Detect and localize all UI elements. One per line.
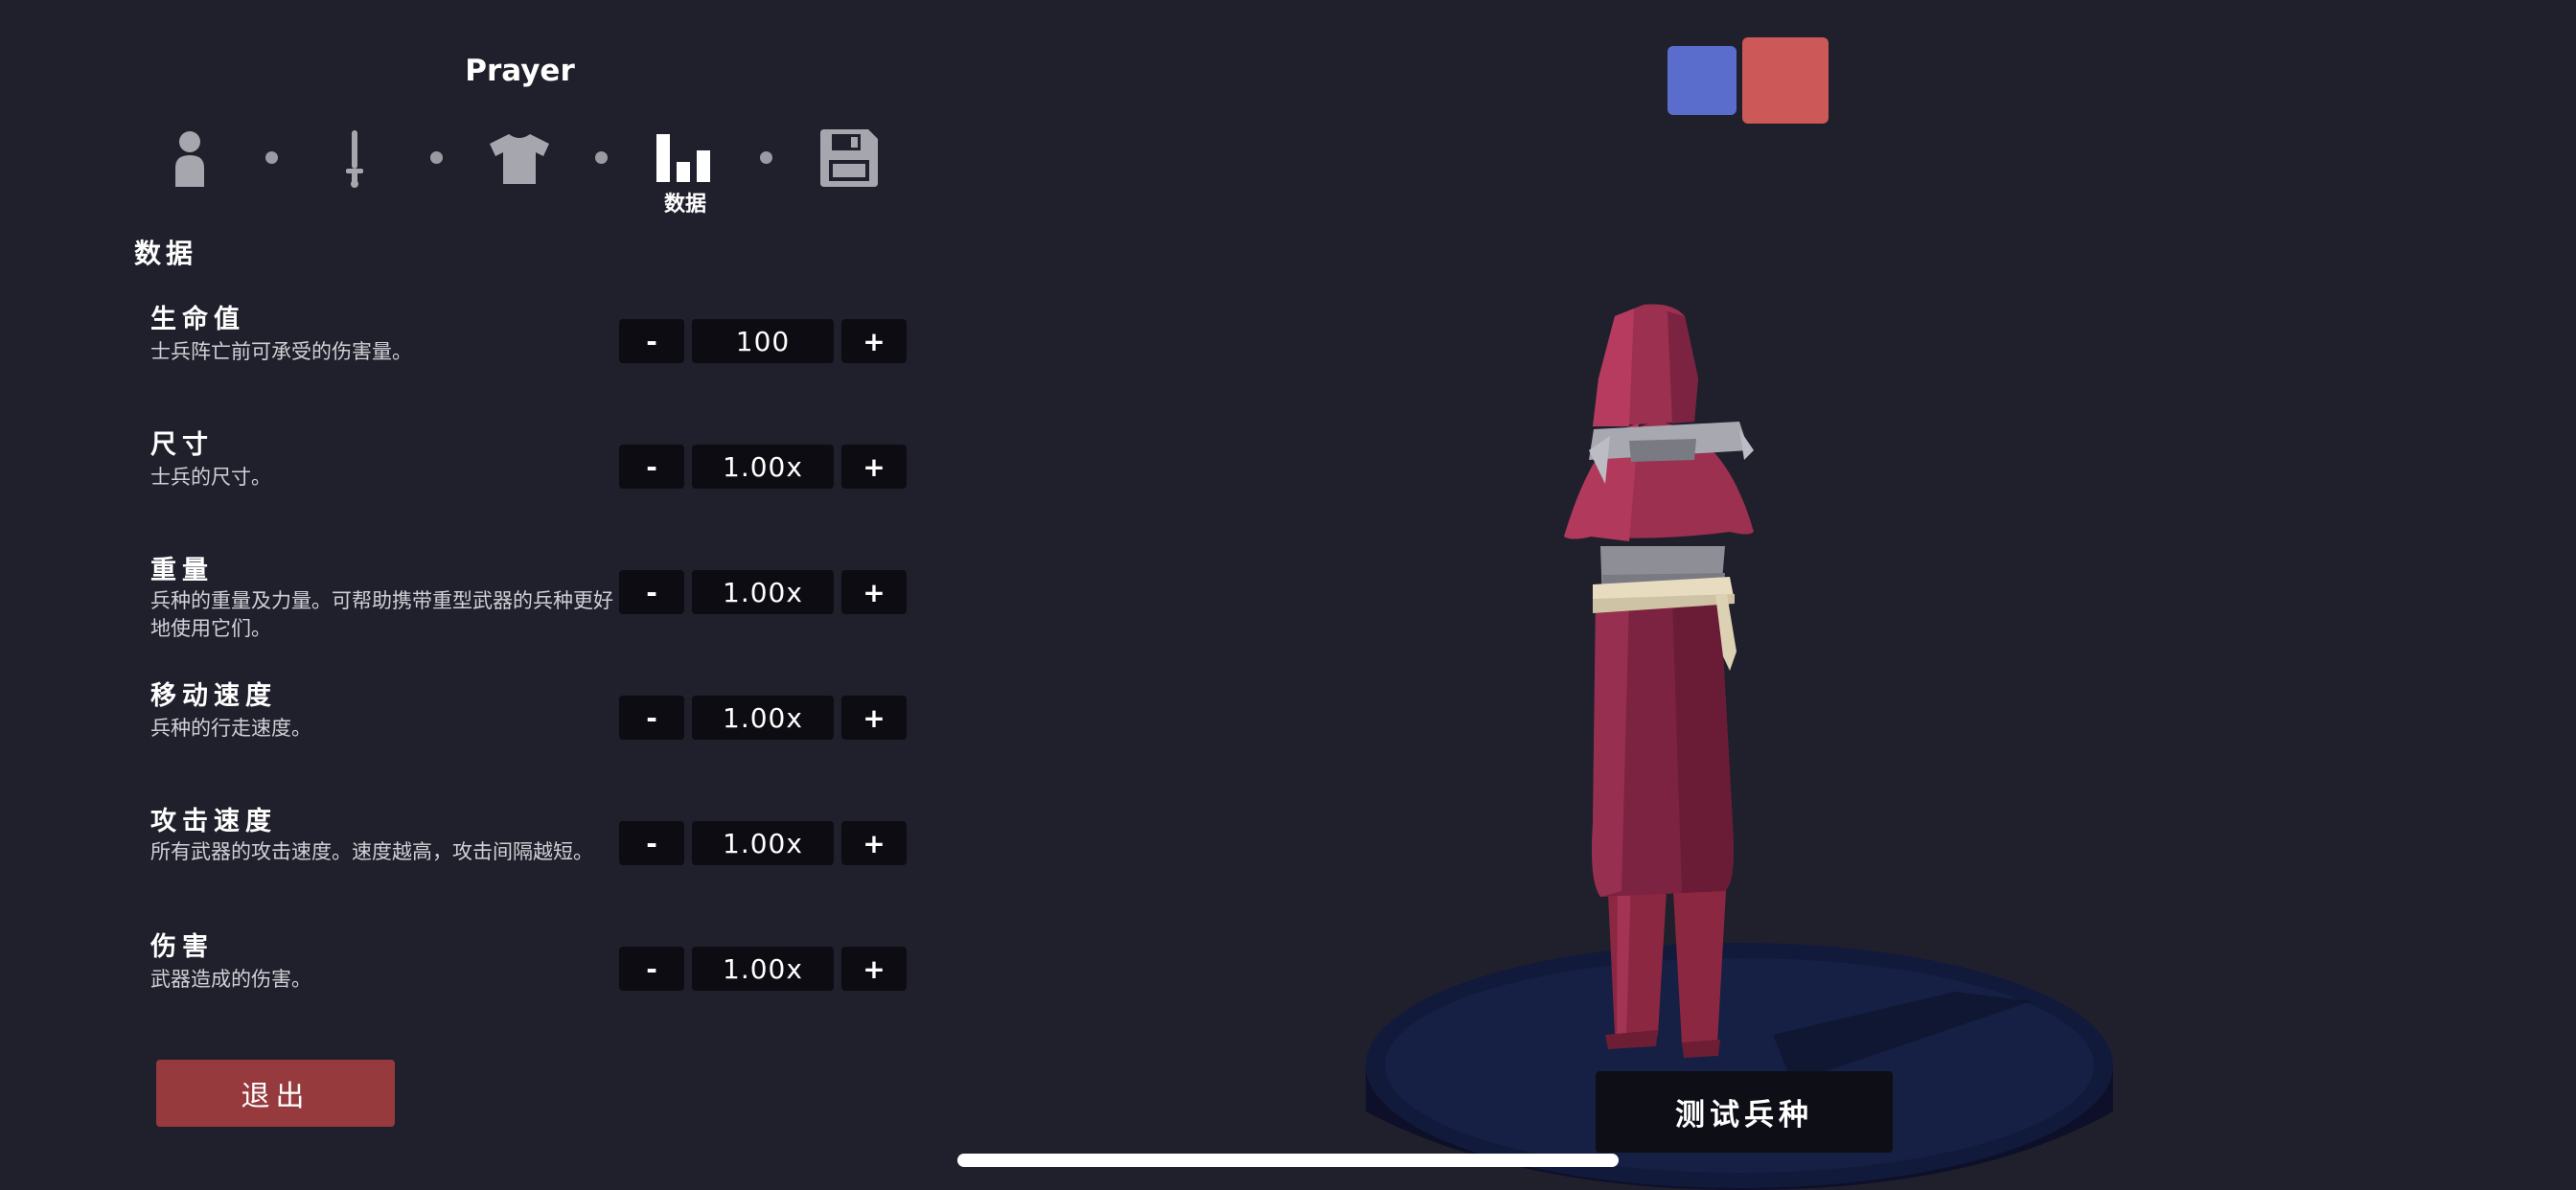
stat-description: 武器造成的伤害。 (150, 968, 311, 991)
tab-save[interactable] (811, 120, 887, 196)
tab-stats-label: 数据 (663, 193, 706, 217)
stat-move-speed: 移动速度 兵种的行走速度。 - 1.00x + (150, 675, 936, 780)
stat-size: 尺寸 士兵的尺寸。 - 1.00x + (150, 423, 936, 529)
stat-title: 生命值 (150, 305, 245, 334)
weight-stepper: - 1.00x + (619, 570, 907, 614)
person-icon (175, 131, 204, 187)
stat-damage: 伤害 武器造成的伤害。 - 1.00x + (150, 926, 936, 1031)
nav-separator-dot (760, 151, 772, 164)
stat-description: 所有武器的攻击速度。速度越高，攻击间隔越短。 (150, 840, 593, 863)
stat-description: 士兵的尺寸。 (150, 466, 271, 489)
shirt-icon (490, 134, 549, 184)
health-stepper: - 100 + (619, 319, 907, 363)
stat-description: 士兵阵亡前可承受的伤害量。 (150, 340, 412, 363)
unit-preview[interactable] (1342, 268, 2147, 1190)
stat-value: 1.00x (692, 821, 834, 865)
move-speed-stepper: - 1.00x + (619, 696, 907, 740)
stat-value: 1.00x (692, 445, 834, 489)
section-title: 数据 (134, 238, 198, 269)
size-stepper: - 1.00x + (619, 445, 907, 489)
increase-button[interactable]: + (841, 570, 907, 614)
stat-value: 1.00x (692, 696, 834, 740)
nav-separator-dot (595, 151, 608, 164)
stat-title: 攻击速度 (150, 807, 277, 836)
increase-button[interactable]: + (841, 947, 907, 991)
save-icon (820, 129, 878, 187)
increase-button[interactable]: + (841, 696, 907, 740)
tab-stats[interactable] (646, 120, 723, 196)
stat-title: 移动速度 (150, 681, 277, 711)
home-indicator[interactable] (957, 1154, 1619, 1167)
stat-description: 兵种的行走速度。 (150, 717, 311, 740)
damage-stepper: - 1.00x + (619, 947, 907, 991)
tab-clothing[interactable] (481, 120, 558, 196)
increase-button[interactable]: + (841, 821, 907, 865)
tab-unit-base[interactable] (151, 120, 228, 196)
unit-name: Prayer (465, 54, 575, 88)
stat-value: 1.00x (692, 570, 834, 614)
increase-button[interactable]: + (841, 319, 907, 363)
attack-speed-stepper: - 1.00x + (619, 821, 907, 865)
team-color-red[interactable] (1742, 37, 1828, 124)
bar-chart-icon (656, 134, 710, 182)
decrease-button[interactable]: - (619, 947, 684, 991)
editor-tabs: 数据 (0, 120, 1040, 225)
increase-button[interactable]: + (841, 445, 907, 489)
team-color-blue[interactable] (1668, 46, 1736, 115)
stat-attack-speed: 攻击速度 所有武器的攻击速度。速度越高，攻击间隔越短。 - 1.00x + (150, 800, 936, 905)
stat-value: 1.00x (692, 947, 834, 991)
tab-weapons[interactable] (316, 120, 393, 196)
decrease-button[interactable]: - (619, 696, 684, 740)
stat-health: 生命值 士兵阵亡前可承受的伤害量。 - 100 + (150, 298, 936, 403)
sword-icon (346, 130, 363, 188)
nav-separator-dot (430, 151, 443, 164)
stat-title: 伤害 (150, 932, 214, 962)
stat-title: 重量 (150, 556, 214, 585)
stat-description: 兵种的重量及力量。可帮助携带重型武器的兵种更好地使用它们。 (150, 589, 613, 640)
exit-button[interactable]: 退出 (156, 1060, 395, 1127)
decrease-button[interactable]: - (619, 570, 684, 614)
decrease-button[interactable]: - (619, 319, 684, 363)
test-unit-button[interactable]: 测试兵种 (1596, 1071, 1893, 1153)
stat-weight: 重量 兵种的重量及力量。可帮助携带重型武器的兵种更好地使用它们。 - 1.00x… (150, 549, 936, 654)
nav-separator-dot (265, 151, 278, 164)
decrease-button[interactable]: - (619, 821, 684, 865)
stat-title: 尺寸 (150, 430, 214, 460)
decrease-button[interactable]: - (619, 445, 684, 489)
stat-value: 100 (692, 319, 834, 363)
